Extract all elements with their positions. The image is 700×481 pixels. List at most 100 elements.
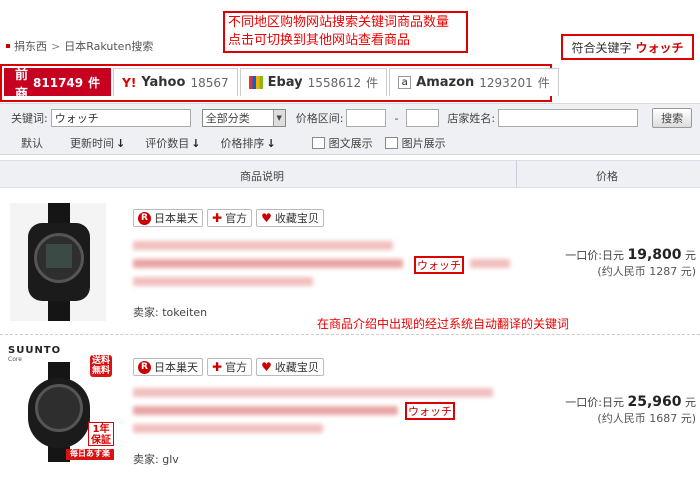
seller-name[interactable]: glv (162, 453, 179, 466)
warranty-badge: 1年 保証 (88, 422, 114, 446)
keyword-match-label: 符合关键字 (571, 40, 632, 55)
favorite-button[interactable]: ♥ 收藏宝贝 (256, 358, 324, 376)
official-tag[interactable]: ✚ 官方 (207, 358, 253, 376)
free-shipping-badge: 送料 無料 (90, 355, 112, 377)
price-value: 25,960 (627, 394, 682, 410)
seller-info: 卖家: tokeiten (133, 304, 207, 320)
rakuten-icon: R (138, 360, 151, 374)
product-tags: R 日本巢天 ✚ 官方 ♥ 收藏宝贝 (133, 358, 324, 376)
breadcrumb-separator: > (51, 39, 61, 53)
column-price: 价格 (596, 170, 618, 183)
amazon-icon: a (398, 76, 412, 89)
price-value: 19,800 (627, 247, 682, 263)
rakuten-tag[interactable]: R 日本巢天 (133, 358, 203, 376)
tag-label: 收藏宝贝 (274, 212, 319, 225)
next-day-badge: 毎日あす楽 (66, 449, 114, 460)
tab-unit: 件 (537, 76, 550, 90)
view-label: 图片展示 (401, 137, 446, 150)
product-row: R 日本巢天 ✚ 官方 ♥ 收藏宝贝 ウォッチ 卖家: tokeiten 一口价… (0, 189, 700, 335)
seller-info: 卖家: glv (133, 451, 179, 467)
sort-default[interactable]: 默认 (21, 135, 43, 151)
plus-icon: ✚ (212, 211, 223, 225)
sort-label: 价格排序 (220, 137, 265, 150)
price-unit: 元 (685, 396, 696, 409)
annotation-middle: 在商品介绍中出现的经过系统自动翻译的关键词 (317, 317, 570, 331)
price-range-label: 价格区间: (295, 112, 344, 125)
translated-keyword: ウォッチ (405, 402, 455, 420)
sort-update-time[interactable]: 更新时间 ↓ (70, 135, 125, 151)
price-unit: 元 (685, 249, 696, 262)
price-block: 一口价:日元 25,960 元 (约人民币 1687 元) (565, 394, 696, 426)
product-image[interactable] (10, 203, 106, 321)
arrow-down-icon: ↓ (266, 136, 276, 150)
view-label: 图文展示 (328, 137, 373, 150)
price-range-separator: - (394, 111, 399, 125)
seller-name[interactable]: tokeiten (162, 306, 207, 319)
yahoo-icon: Y! (122, 75, 137, 90)
chevron-down-icon: ▼ (272, 110, 285, 126)
tab-count: 811749 (33, 75, 84, 90)
price-block: 一口价:日元 19,800 元 (约人民币 1287 元) (565, 247, 696, 279)
tab-count: 1558612 (307, 75, 362, 90)
tab-unit: 件 (88, 76, 101, 90)
category-select[interactable]: 全部分类 ▼ (201, 109, 286, 127)
bullet-icon (6, 44, 10, 48)
filter-bar: 关键词: ウォッチ 全部分类 ▼ 价格区间: - 店家姓名: 搜索 默认 更新时… (0, 103, 700, 155)
search-button[interactable]: 搜索 (652, 108, 693, 128)
column-description: 商品说明 (240, 170, 284, 183)
keyword-input[interactable]: ウォッチ (50, 109, 191, 127)
sort-label: 评价数目 (145, 137, 190, 150)
price-label: 一口价:日元 (565, 249, 624, 262)
keyword-label: 关键词: (11, 112, 48, 125)
sort-review-count[interactable]: 评价数目 ↓ (145, 135, 200, 151)
rakuten-tag[interactable]: R 日本巢天 (133, 209, 203, 227)
tag-label: 官方 (225, 361, 248, 374)
site-tabs: 当前商品 811749 件 Y! Yahoo 18567 Ebay 155861… (0, 49, 559, 121)
price-cny: (约人民币 1687 元) (597, 412, 696, 425)
official-tag[interactable]: ✚ 官方 (207, 209, 253, 227)
product-row: SUUNTO Core 送料 無料 1年 保証 毎日あす楽 R 日本巢天 ✚ 官方… (0, 336, 700, 481)
tag-label: 收藏宝贝 (274, 361, 319, 374)
arrow-down-icon: ↓ (116, 136, 126, 150)
shop-name-label: 店家姓名: (447, 112, 496, 125)
breadcrumb: 捐东西 > 日本Rakuten搜索 (6, 38, 153, 54)
sort-price[interactable]: 价格排序 ↓ (220, 135, 275, 151)
keyword-match-value: ウォッチ (635, 40, 684, 55)
category-select-value: 全部分类 (205, 112, 250, 125)
rakuten-icon: R (138, 211, 151, 225)
heart-icon: ♥ (261, 211, 272, 225)
tab-ebay[interactable]: Ebay 1558612 件 (239, 68, 388, 96)
shop-name-input[interactable] (498, 109, 639, 127)
tag-label: 日本巢天 (154, 361, 198, 374)
tab-count: 1293201 (479, 75, 533, 90)
grid-view-icon (384, 137, 398, 149)
product-image[interactable]: SUUNTO Core 送料 無料 1年 保証 毎日あす楽 (4, 340, 114, 464)
tab-brand: Ebay (267, 75, 303, 90)
price-min-input[interactable] (346, 109, 387, 127)
tab-amazon[interactable]: a Amazon 1293201 件 (389, 68, 559, 96)
sort-label: 更新时间 (70, 137, 114, 150)
brand-logo: SUUNTO Core (8, 345, 62, 363)
price-max-input[interactable] (406, 109, 440, 127)
view-grid-text[interactable]: 图文展示 (311, 135, 373, 151)
tab-unit: 件 (366, 76, 379, 90)
results-column-header: 商品说明 价格 (0, 160, 700, 188)
tab-brand: Amazon (416, 75, 475, 90)
heart-icon: ♥ (261, 360, 272, 374)
price-label: 一口价:日元 (565, 396, 624, 409)
breadcrumb-current: 日本Rakuten搜索 (64, 40, 154, 53)
seller-label: 卖家: (133, 453, 159, 466)
tab-current-products[interactable]: 当前商品 811749 件 (4, 49, 112, 121)
translated-keyword: ウォッチ (414, 256, 464, 274)
arrow-down-icon: ↓ (191, 136, 201, 150)
tab-count: 18567 (190, 75, 229, 90)
tag-label: 官方 (225, 212, 248, 225)
seller-label: 卖家: (133, 306, 159, 319)
annotation-top: 不同地区购物网站搜索关键词商品数量 点击可切换到其他网站查看商品 (223, 11, 468, 53)
list-view-icon (311, 137, 325, 149)
tab-brand: Yahoo (141, 75, 186, 90)
product-tags: R 日本巢天 ✚ 官方 ♥ 收藏宝贝 (133, 209, 324, 227)
favorite-button[interactable]: ♥ 收藏宝贝 (256, 209, 324, 227)
tab-yahoo[interactable]: Y! Yahoo 18567 (113, 68, 238, 96)
view-image[interactable]: 图片展示 (384, 135, 446, 151)
